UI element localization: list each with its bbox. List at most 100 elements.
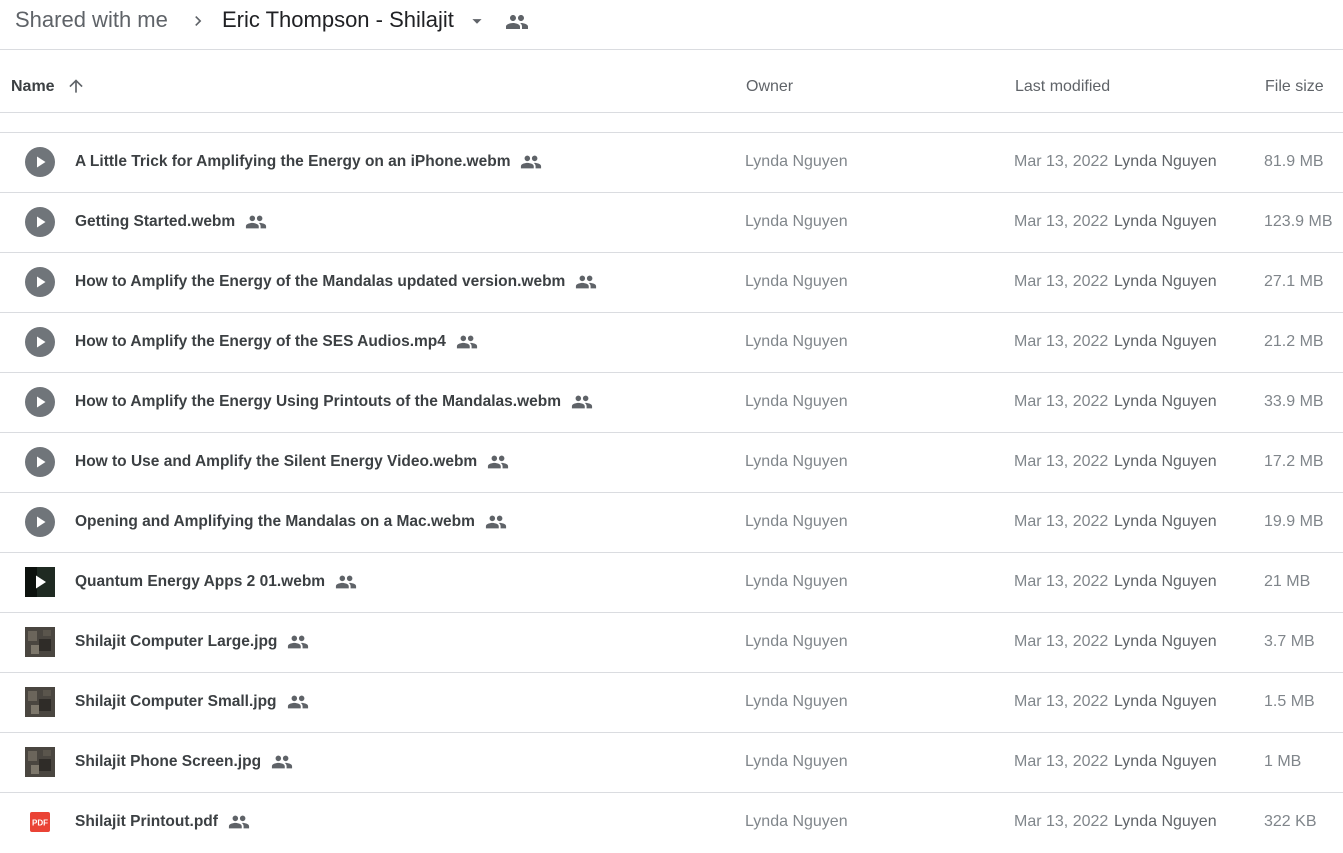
- file-owner: Lynda Nguyen: [745, 153, 848, 170]
- play-circle-icon: [25, 267, 55, 297]
- file-name[interactable]: How to Amplify the Energy of the SES Aud…: [75, 333, 446, 351]
- file-size: 322 KB: [1264, 813, 1317, 830]
- file-modified-date: Mar 13, 2022: [1014, 453, 1109, 470]
- file-modified-date: Mar 13, 2022: [1014, 213, 1109, 230]
- file-owner: Lynda Nguyen: [745, 273, 848, 290]
- file-modified-by: Lynda Nguyen: [1114, 153, 1217, 170]
- file-name[interactable]: Shilajit Printout.pdf: [75, 813, 218, 831]
- file-size: 33.9 MB: [1264, 393, 1324, 410]
- column-file-size[interactable]: File size: [1265, 78, 1324, 96]
- table-row[interactable]: How to Amplify the Energy Using Printout…: [0, 373, 1343, 433]
- file-name[interactable]: How to Amplify the Energy of the Mandala…: [75, 273, 565, 291]
- file-icon: [25, 687, 55, 717]
- file-name-cell: How to Amplify the Energy of the SES Aud…: [75, 331, 478, 353]
- file-owner: Lynda Nguyen: [745, 513, 848, 530]
- play-circle-icon: [25, 387, 55, 417]
- file-owner: Lynda Nguyen: [745, 573, 848, 590]
- file-owner: Lynda Nguyen: [745, 633, 848, 650]
- file-icon: PDF: [25, 807, 55, 837]
- people-icon: [246, 215, 267, 229]
- table-row[interactable]: Getting Started.webm Lynda Nguyen Mar 13…: [0, 193, 1343, 253]
- file-modified-by: Lynda Nguyen: [1114, 513, 1217, 530]
- file-name[interactable]: A Little Trick for Amplifying the Energy…: [75, 153, 510, 171]
- file-icon: [25, 387, 55, 417]
- file-icon: [25, 507, 55, 537]
- people-icon: [271, 755, 293, 769]
- people-icon: [287, 695, 308, 709]
- play-circle-icon: [25, 147, 55, 177]
- file-name-cell: Shilajit Printout.pdf: [75, 811, 250, 833]
- people-icon: [335, 575, 357, 589]
- pdf-icon: PDF: [30, 812, 50, 832]
- table-row[interactable]: A Little Trick for Amplifying the Energy…: [0, 133, 1343, 193]
- arrow-drop-down-icon[interactable]: [466, 10, 488, 32]
- file-modified-by: Lynda Nguyen: [1114, 273, 1217, 290]
- breadcrumb: Shared with me Eric Thompson - Shilajit: [0, 0, 1343, 50]
- file-modified-by: Lynda Nguyen: [1114, 453, 1217, 470]
- file-owner: Lynda Nguyen: [745, 453, 848, 470]
- file-name[interactable]: Getting Started.webm: [75, 213, 235, 231]
- file-modified-date: Mar 13, 2022: [1014, 633, 1109, 650]
- people-icon: [456, 335, 477, 349]
- image-thumbnail-icon: [25, 687, 55, 717]
- table-row[interactable]: Shilajit Computer Small.jpg Lynda Nguyen…: [0, 673, 1343, 733]
- file-modified-by: Lynda Nguyen: [1114, 753, 1217, 770]
- file-name-cell: Opening and Amplifying the Mandalas on a…: [75, 511, 507, 533]
- pdf-badge: PDF: [32, 819, 48, 828]
- file-modified-date: Mar 13, 2022: [1014, 153, 1109, 170]
- file-name[interactable]: How to Amplify the Energy Using Printout…: [75, 393, 561, 411]
- file-icon: [25, 747, 55, 777]
- file-modified-date: Mar 13, 2022: [1014, 393, 1109, 410]
- table-row[interactable]: Quantum Energy Apps 2 01.webm Lynda Nguy…: [0, 553, 1343, 613]
- column-name[interactable]: Name: [11, 78, 55, 96]
- image-thumbnail-icon: [25, 627, 55, 657]
- column-owner[interactable]: Owner: [746, 78, 793, 96]
- file-modified-date: Mar 13, 2022: [1014, 273, 1109, 290]
- file-name-cell: Shilajit Phone Screen.jpg: [75, 751, 293, 773]
- play-circle-icon: [25, 447, 55, 477]
- play-circle-icon: [25, 327, 55, 357]
- file-icon: [25, 207, 55, 237]
- file-modified-date: Mar 13, 2022: [1014, 333, 1109, 350]
- file-name-cell: Getting Started.webm: [75, 211, 267, 233]
- file-name-cell: A Little Trick for Amplifying the Energy…: [75, 151, 542, 173]
- file-modified-by: Lynda Nguyen: [1114, 693, 1217, 710]
- file-name[interactable]: Shilajit Phone Screen.jpg: [75, 753, 261, 771]
- file-icon: [25, 567, 55, 597]
- people-icon: [506, 15, 528, 29]
- file-icon: [25, 627, 55, 657]
- file-owner: Lynda Nguyen: [745, 393, 848, 410]
- file-owner: Lynda Nguyen: [745, 753, 848, 770]
- table-row[interactable]: Shilajit Phone Screen.jpg Lynda Nguyen M…: [0, 733, 1343, 793]
- file-owner: Lynda Nguyen: [745, 333, 848, 350]
- file-size: 1.5 MB: [1264, 693, 1315, 710]
- table-row[interactable]: How to Amplify the Energy of the Mandala…: [0, 253, 1343, 313]
- file-name[interactable]: Shilajit Computer Large.jpg: [75, 633, 277, 651]
- file-icon: [25, 447, 55, 477]
- table-row[interactable]: How to Use and Amplify the Silent Energy…: [0, 433, 1343, 493]
- table-row[interactable]: How to Amplify the Energy of the SES Aud…: [0, 313, 1343, 373]
- table-row[interactable]: Shilajit Computer Large.jpg Lynda Nguyen…: [0, 613, 1343, 673]
- file-name[interactable]: Opening and Amplifying the Mandalas on a…: [75, 513, 475, 531]
- file-modified-by: Lynda Nguyen: [1114, 813, 1217, 830]
- table-row[interactable]: Opening and Amplifying the Mandalas on a…: [0, 493, 1343, 553]
- file-size: 17.2 MB: [1264, 453, 1324, 470]
- file-name[interactable]: How to Use and Amplify the Silent Energy…: [75, 453, 477, 471]
- arrow-up-icon[interactable]: [66, 76, 86, 96]
- file-name-cell: Shilajit Computer Large.jpg: [75, 631, 309, 653]
- file-name[interactable]: Shilajit Computer Small.jpg: [75, 693, 277, 711]
- breadcrumb-current-folder[interactable]: Eric Thompson - Shilajit: [222, 7, 454, 33]
- breadcrumb-shared-with-me[interactable]: Shared with me: [15, 7, 168, 33]
- play-circle-icon: [25, 567, 55, 597]
- table-row[interactable]: PDF Shilajit Printout.pdf Lynda Nguyen M…: [0, 793, 1343, 853]
- people-icon: [576, 275, 597, 289]
- file-size: 19.9 MB: [1264, 513, 1324, 530]
- people-icon: [571, 395, 593, 409]
- people-icon: [288, 635, 309, 649]
- file-name[interactable]: Quantum Energy Apps 2 01.webm: [75, 573, 325, 591]
- file-modified-by: Lynda Nguyen: [1114, 213, 1217, 230]
- play-circle-icon: [25, 207, 55, 237]
- people-icon: [228, 815, 250, 829]
- file-list: A Little Trick for Amplifying the Energy…: [0, 133, 1343, 853]
- column-last-modified[interactable]: Last modified: [1015, 78, 1110, 96]
